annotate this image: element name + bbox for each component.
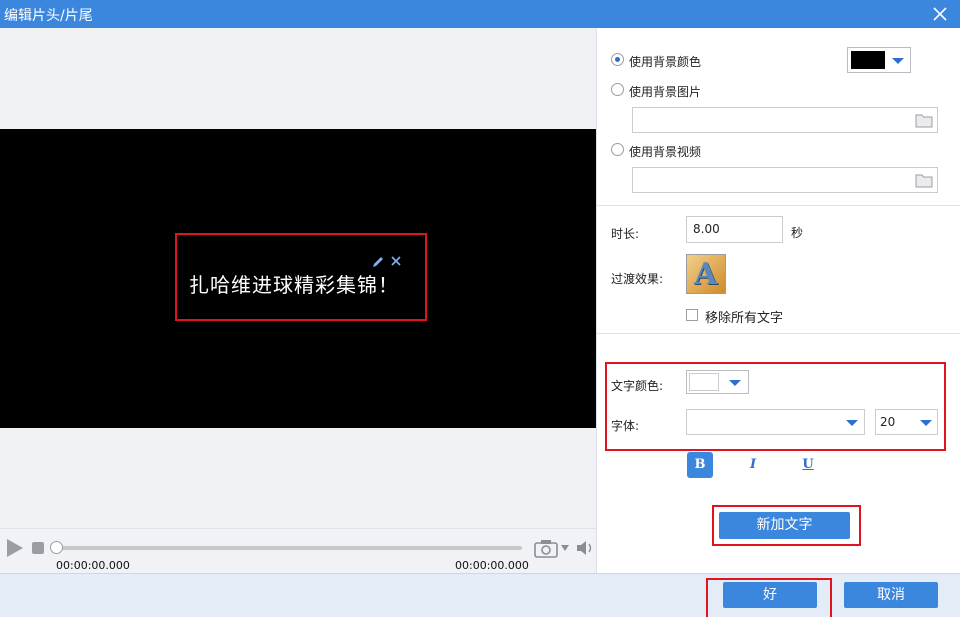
chevron-down-icon[interactable]	[729, 380, 741, 386]
text-overlay-box[interactable]: 扎哈维进球精彩集锦！	[175, 233, 427, 321]
transition-effect-thumbnail[interactable]: A	[686, 254, 726, 294]
background-color-label[interactable]: 使用背景颜色	[629, 53, 701, 70]
font-label: 字体:	[611, 419, 640, 433]
chevron-down-icon[interactable]	[560, 544, 570, 552]
highlight-box	[605, 362, 946, 451]
underline-button[interactable]: U	[795, 452, 821, 478]
folder-icon[interactable]	[915, 113, 933, 128]
font-size-select[interactable]: 20	[875, 409, 938, 435]
seek-track[interactable]	[56, 546, 522, 550]
chevron-down-icon[interactable]	[846, 420, 858, 426]
duration-label: 时长:	[611, 227, 640, 241]
background-color-swatch	[851, 51, 885, 69]
radio-background-image[interactable]	[611, 83, 624, 96]
bold-button[interactable]: B	[687, 452, 713, 478]
font-size-value: 20	[880, 415, 896, 429]
background-image-label[interactable]: 使用背景图片	[629, 83, 701, 100]
close-icon[interactable]	[389, 254, 403, 268]
overlay-caption[interactable]: 扎哈维进球精彩集锦！	[189, 269, 399, 298]
player-controls: 00:00:00.000 00:00:00.000	[0, 528, 596, 573]
background-video-label[interactable]: 使用背景视频	[629, 143, 701, 160]
remove-all-text-label[interactable]: 移除所有文字	[705, 307, 783, 326]
text-color-picker[interactable]	[686, 370, 749, 394]
camera-icon[interactable]	[534, 538, 558, 558]
font-select[interactable]	[686, 409, 865, 435]
video-preview: 扎哈维进球精彩集锦！	[0, 129, 596, 428]
seek-handle[interactable]	[50, 541, 63, 554]
title-bar: 编辑片头/片尾	[0, 0, 960, 28]
folder-icon[interactable]	[915, 173, 933, 188]
divider	[597, 205, 960, 206]
divider	[597, 333, 960, 334]
total-time: 00:00:00.000	[455, 559, 529, 572]
volume-icon[interactable]	[575, 539, 595, 557]
close-icon[interactable]	[930, 4, 950, 24]
letter-a-icon: A	[694, 257, 718, 292]
settings-panel: 使用背景颜色 使用背景图片 使用背景视频 时长: 8.00 秒 过渡效果: A …	[596, 28, 960, 573]
current-time: 00:00:00.000	[56, 559, 130, 572]
cancel-button[interactable]: 取消	[844, 582, 938, 608]
play-icon[interactable]	[4, 538, 24, 558]
ok-button[interactable]: 好	[723, 582, 817, 608]
background-color-picker[interactable]	[847, 47, 911, 73]
window-title: 编辑片头/片尾	[4, 8, 93, 24]
radio-background-video[interactable]	[611, 143, 624, 156]
pencil-icon[interactable]	[371, 255, 385, 269]
stop-icon[interactable]	[32, 542, 44, 554]
transition-label: 过渡效果:	[611, 272, 664, 286]
dialog-footer: 好 取消	[0, 573, 960, 617]
chevron-down-icon[interactable]	[920, 420, 932, 426]
duration-input[interactable]: 8.00	[686, 216, 783, 243]
background-video-input[interactable]	[632, 167, 938, 193]
background-image-input[interactable]	[632, 107, 938, 133]
italic-button[interactable]: I	[740, 452, 766, 478]
text-color-label: 文字颜色:	[611, 379, 664, 393]
duration-unit: 秒	[791, 226, 804, 240]
radio-background-color[interactable]	[611, 53, 624, 66]
chevron-down-icon[interactable]	[892, 58, 904, 64]
remove-all-text-checkbox[interactable]	[686, 309, 698, 321]
text-color-swatch	[689, 373, 719, 391]
preview-panel: 扎哈维进球精彩集锦！ 00:00:00.000 00:00:00.000	[0, 28, 596, 573]
add-text-button[interactable]: 新加文字	[719, 512, 850, 539]
